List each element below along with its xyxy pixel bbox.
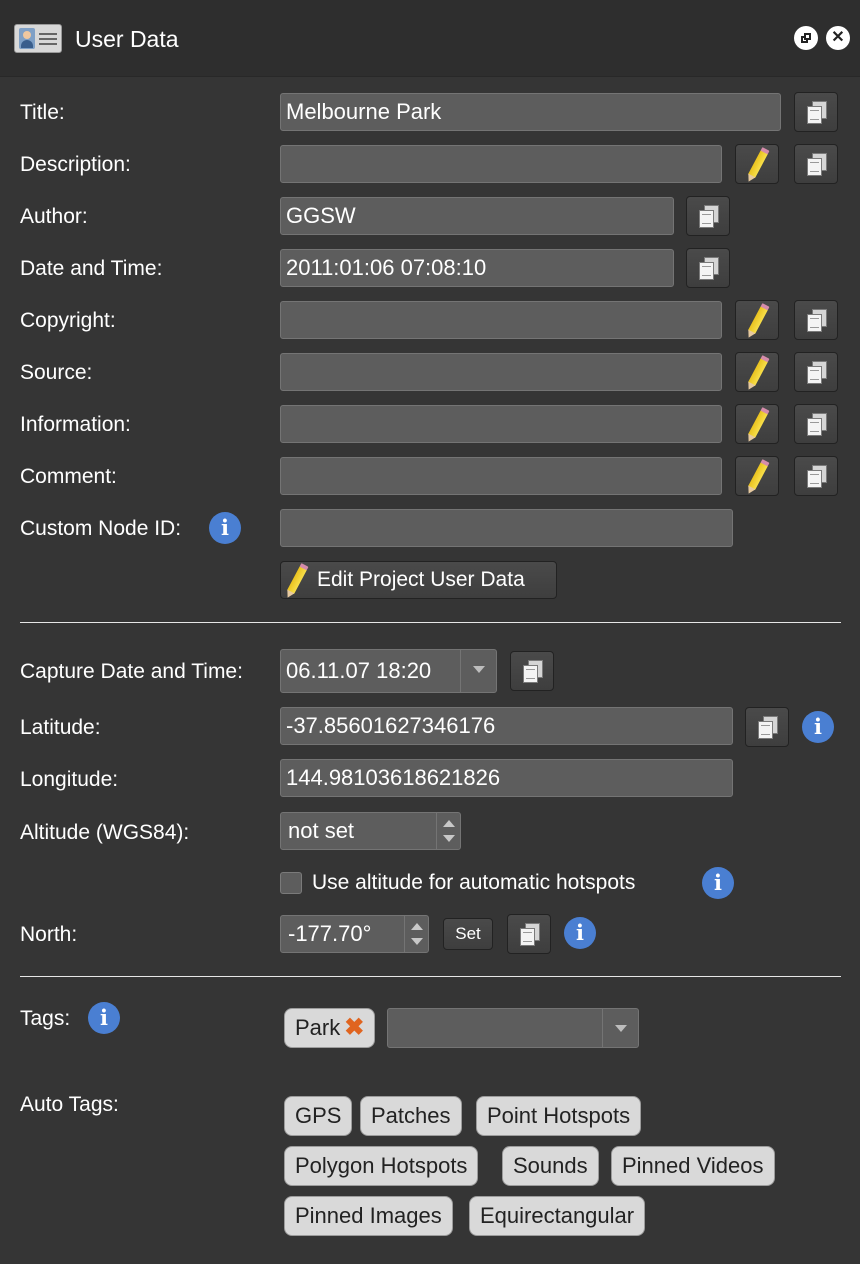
info-icon[interactable]: i [209, 512, 241, 544]
auto-tag-chip: Point Hotspots [476, 1096, 642, 1136]
copy-datetime-button[interactable] [686, 248, 730, 288]
pencil-icon [747, 149, 769, 179]
chevron-down-icon[interactable] [602, 1009, 638, 1047]
source-field[interactable] [280, 353, 722, 391]
custom-node-id-label: Custom Node ID: [20, 517, 182, 540]
use-altitude-label: Use altitude for automatic hotspots [312, 871, 636, 894]
section-divider [20, 622, 841, 623]
capture-datetime-combo[interactable]: 06.11.07 18:20 [280, 649, 497, 693]
auto-tag-chip: Pinned Images [284, 1196, 453, 1236]
edit-project-user-data-label: Edit Project User Data [317, 568, 525, 591]
pencil-icon [747, 461, 769, 491]
window-title: User Data [75, 26, 179, 52]
altitude-label: Altitude (WGS84): [20, 821, 190, 844]
add-tag-combo[interactable] [387, 1008, 639, 1048]
spin-arrows-icon[interactable] [436, 813, 460, 849]
author-label: Author: [20, 205, 88, 228]
comment-label: Comment: [20, 465, 117, 488]
copy-icon [523, 660, 543, 684]
auto-tag-chip: Equirectangular [469, 1196, 646, 1236]
use-altitude-checkbox[interactable] [280, 872, 302, 894]
edit-project-user-data-button[interactable]: Edit Project User Data [280, 561, 557, 599]
author-field[interactable]: GGSW [280, 197, 674, 235]
pencil-icon [747, 305, 769, 335]
info-icon[interactable]: i [88, 1002, 120, 1034]
altitude-value: not set [288, 818, 355, 843]
capture-datetime-label: Capture Date and Time: [20, 660, 243, 683]
spin-arrows-icon[interactable] [404, 916, 428, 952]
auto-tag-chip: Sounds [502, 1146, 599, 1186]
title-label: Title: [20, 101, 65, 124]
edit-copyright-button[interactable] [735, 300, 779, 340]
copy-comment-button[interactable] [794, 456, 838, 496]
tag-chip[interactable]: Park ✖ [284, 1008, 376, 1048]
copy-icon [699, 205, 719, 229]
custom-node-id-field[interactable] [280, 509, 733, 547]
copy-icon [520, 923, 540, 947]
datetime-label: Date and Time: [20, 257, 163, 280]
latitude-field[interactable]: -37.85601627346176 [280, 707, 733, 745]
restore-window-icon[interactable] [794, 26, 818, 50]
copy-icon [758, 716, 778, 740]
description-field[interactable] [280, 145, 722, 183]
remove-tag-icon[interactable]: ✖ [344, 1014, 364, 1041]
title-bar: User Data ✕ [0, 0, 860, 77]
copy-icon [807, 153, 827, 177]
copy-capture-datetime-button[interactable] [510, 651, 554, 691]
auto-tags-label: Auto Tags: [20, 1093, 119, 1116]
pencil-icon [747, 409, 769, 439]
north-label: North: [20, 923, 78, 946]
tags-label: Tags: [20, 1007, 71, 1030]
copyright-field[interactable] [280, 301, 722, 339]
user-card-icon [14, 24, 62, 53]
edit-information-button[interactable] [735, 404, 779, 444]
pencil-icon [286, 565, 308, 595]
longitude-label: Longitude: [20, 768, 119, 791]
info-icon[interactable]: i [702, 867, 734, 899]
copy-north-button[interactable] [507, 914, 551, 954]
edit-comment-button[interactable] [735, 456, 779, 496]
info-icon[interactable]: i [564, 917, 596, 949]
tag-label: Park [295, 1015, 341, 1040]
copy-icon [699, 257, 719, 281]
section-divider [20, 976, 841, 977]
copy-source-button[interactable] [794, 352, 838, 392]
longitude-field[interactable]: 144.98103618621826 [280, 759, 733, 797]
auto-tag-chip: Pinned Videos [611, 1146, 775, 1186]
copy-description-button[interactable] [794, 144, 838, 184]
north-spinbox[interactable]: -177.70° [280, 915, 429, 953]
description-label: Description: [20, 153, 131, 176]
datetime-field[interactable]: 2011:01:06 07:08:10 [280, 249, 674, 287]
copy-author-button[interactable] [686, 196, 730, 236]
copy-copyright-button[interactable] [794, 300, 838, 340]
copy-icon [807, 309, 827, 333]
comment-field[interactable] [280, 457, 722, 495]
copyright-label: Copyright: [20, 309, 116, 332]
north-value: -177.70° [288, 921, 372, 946]
altitude-spinbox[interactable]: not set [280, 812, 461, 850]
copy-latitude-button[interactable] [745, 707, 789, 747]
information-field[interactable] [280, 405, 722, 443]
auto-tag-chip: GPS [284, 1096, 353, 1136]
close-icon[interactable]: ✕ [826, 26, 850, 50]
edit-description-button[interactable] [735, 144, 779, 184]
information-label: Information: [20, 413, 131, 436]
edit-source-button[interactable] [735, 352, 779, 392]
copy-icon [807, 465, 827, 489]
auto-tag-chip: Patches [360, 1096, 462, 1136]
capture-datetime-value: 06.11.07 18:20 [286, 658, 432, 683]
copy-icon [807, 101, 827, 125]
auto-tag-chip: Polygon Hotspots [284, 1146, 479, 1186]
source-label: Source: [20, 361, 93, 384]
info-icon[interactable]: i [802, 711, 834, 743]
copy-information-button[interactable] [794, 404, 838, 444]
pencil-icon [747, 357, 769, 387]
copy-icon [807, 413, 827, 437]
copy-icon [807, 361, 827, 385]
chevron-down-icon[interactable] [460, 650, 496, 692]
copy-title-button[interactable] [794, 92, 838, 132]
title-field[interactable]: Melbourne Park [280, 93, 781, 131]
latitude-label: Latitude: [20, 716, 101, 739]
set-north-button[interactable]: Set [443, 918, 493, 950]
